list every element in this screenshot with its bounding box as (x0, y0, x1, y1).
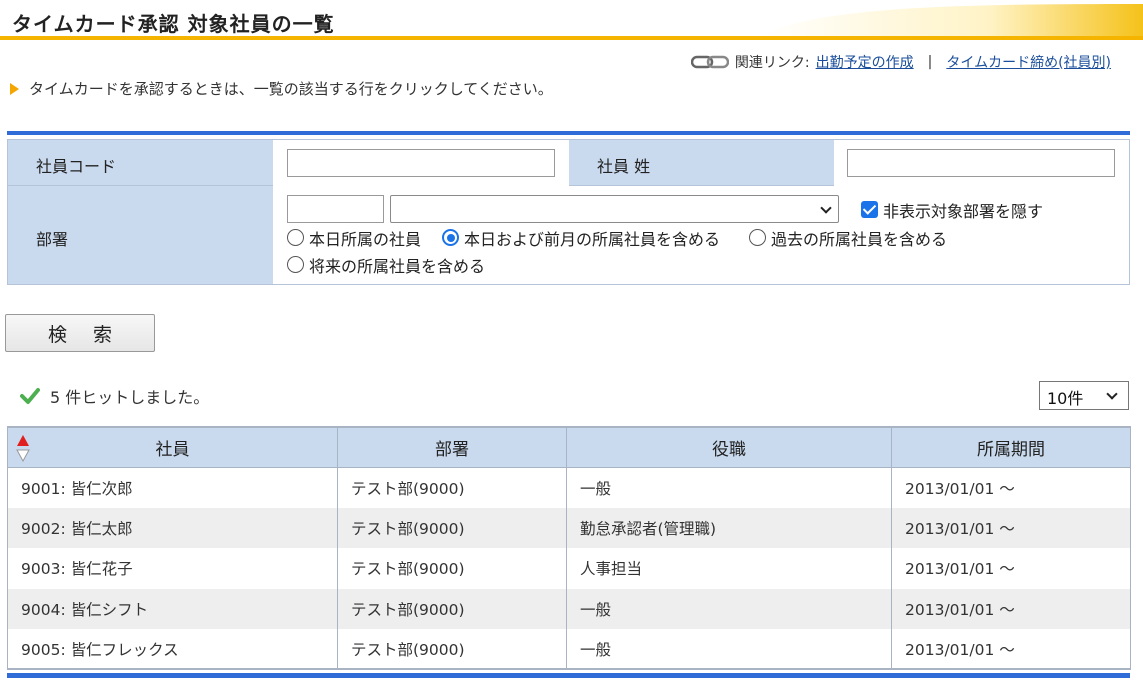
hide-departments-checkbox[interactable] (861, 201, 878, 218)
table-row[interactable]: 9001: 皆仁次郎 テスト部(9000) 一般 2013/01/01 ～ (7, 467, 1131, 508)
chevron-down-icon (1106, 388, 1118, 400)
cell-employee: 9005: 皆仁フレックス (7, 629, 338, 670)
sort-icon[interactable] (16, 434, 30, 462)
table-row[interactable]: 9003: 皆仁花子 テスト部(9000) 人事担当 2013/01/01 ～ (7, 548, 1131, 589)
cell-period: 2013/01/01 ～ (891, 588, 1131, 629)
department-label: 部署 (36, 230, 69, 249)
column-header-label: 部署 (435, 439, 469, 460)
search-button[interactable]: 検 索 (5, 314, 155, 352)
table-row[interactable]: 9004: 皆仁シフト テスト部(9000) 一般 2013/01/01 ～ (7, 588, 1131, 629)
radio-today-and-prev-label: 本日および前月の所属社員を含める (464, 230, 721, 249)
cell-department: テスト部(9000) (337, 507, 567, 548)
column-header-department[interactable]: 部署 (337, 426, 567, 468)
related-links: 関連リンク: 出勤予定の作成 | タイムカード締め(社員別) (690, 52, 1111, 72)
page-size-select[interactable]: 10件 (1039, 381, 1129, 410)
table-row[interactable]: 9005: 皆仁フレックス テスト部(9000) 一般 2013/01/01 ～ (7, 629, 1131, 670)
cell-position: 一般 (566, 467, 892, 508)
check-icon (20, 388, 40, 404)
column-header-label: 所属期間 (977, 439, 1045, 460)
page-title: タイムカード承認 対象社員の一覧 (12, 12, 335, 36)
radio-future-label: 将来の所属社員を含める (309, 257, 486, 276)
column-header-employee[interactable]: 社員 (7, 426, 338, 468)
cell-period: 2013/01/01 ～ (891, 629, 1131, 670)
link-separator: | (927, 54, 933, 70)
cell-period: 2013/01/01 ～ (891, 507, 1131, 548)
surname-label: 社員 姓 (597, 157, 651, 176)
surname-label-cell: 社員 姓 (569, 140, 834, 186)
table-header-row: 社員 部署 役職 所属期間 (7, 426, 1131, 468)
triangle-bullet-icon (10, 82, 19, 95)
result-message: 5 件ヒットしました。 (20, 384, 209, 408)
radio-today-only-label: 本日所属の社員 (309, 230, 422, 249)
link-timecard-close[interactable]: タイムカード締め(社員別) (946, 52, 1111, 72)
cell-employee: 9003: 皆仁花子 (7, 548, 338, 589)
table-row[interactable]: 9002: 皆仁太郎 テスト部(9000) 勤怠承認者(管理職) 2013/01… (7, 507, 1131, 548)
form-top-line (7, 131, 1130, 135)
results-table: 社員 部署 役職 所属期間 9001: 皆仁次郎 テスト部(9000) 一般 2… (7, 426, 1131, 670)
chevron-down-icon (820, 202, 832, 214)
cell-period: 2013/01/01 ～ (891, 548, 1131, 589)
radio-past[interactable] (749, 229, 766, 246)
cell-employee: 9001: 皆仁次郎 (7, 467, 338, 508)
cell-department: テスト部(9000) (337, 629, 567, 670)
page-size-value: 10件 (1047, 389, 1084, 408)
table-bottom-border (7, 668, 1130, 670)
cell-department: テスト部(9000) (337, 588, 567, 629)
cell-position: 人事担当 (566, 548, 892, 589)
search-form: 社員コード 社員 姓 部署 非表示対象部署を隠す 本日所属の社員 本日および前月… (7, 139, 1130, 285)
instruction: タイムカードを承認するときは、一覧の該当する行をクリックしてください。 (10, 78, 553, 99)
cell-department: テスト部(9000) (337, 548, 567, 589)
employee-code-input[interactable] (287, 149, 555, 177)
department-select[interactable] (390, 195, 839, 223)
instruction-text: タイムカードを承認するときは、一覧の該当する行をクリックしてください。 (29, 80, 553, 98)
link-create-schedule[interactable]: 出勤予定の作成 (816, 52, 914, 72)
cell-position: 勤怠承認者(管理職) (566, 507, 892, 548)
related-links-label: 関連リンク: (734, 55, 810, 71)
radio-today-and-prev[interactable] (442, 229, 459, 246)
cell-position: 一般 (566, 588, 892, 629)
column-header-position[interactable]: 役職 (566, 426, 892, 468)
column-header-label: 社員 (155, 439, 190, 460)
cell-employee: 9004: 皆仁シフト (7, 588, 338, 629)
radio-past-label: 過去の所属社員を含める (771, 230, 948, 249)
chain-link-icon (690, 55, 729, 69)
surname-input[interactable] (847, 149, 1115, 177)
table-bottom-line (7, 673, 1130, 678)
department-code-input[interactable] (287, 195, 384, 223)
title-bar: タイムカード承認 対象社員の一覧 (0, 0, 1143, 44)
radio-today-only[interactable] (287, 229, 304, 246)
cell-department: テスト部(9000) (337, 467, 567, 508)
department-label-cell: 部署 (8, 186, 273, 284)
employee-code-label: 社員コード (36, 157, 117, 176)
column-header-label: 役職 (712, 439, 746, 460)
employee-code-label-cell: 社員コード (8, 140, 273, 186)
cell-position: 一般 (566, 629, 892, 670)
hide-departments-label: 非表示対象部署を隠す (883, 202, 1044, 221)
cell-employee: 9002: 皆仁太郎 (7, 507, 338, 548)
radio-future[interactable] (287, 256, 304, 273)
cell-period: 2013/01/01 ～ (891, 467, 1131, 508)
column-header-period[interactable]: 所属期間 (891, 426, 1131, 468)
result-count-text: 5 件ヒットしました。 (50, 388, 210, 407)
